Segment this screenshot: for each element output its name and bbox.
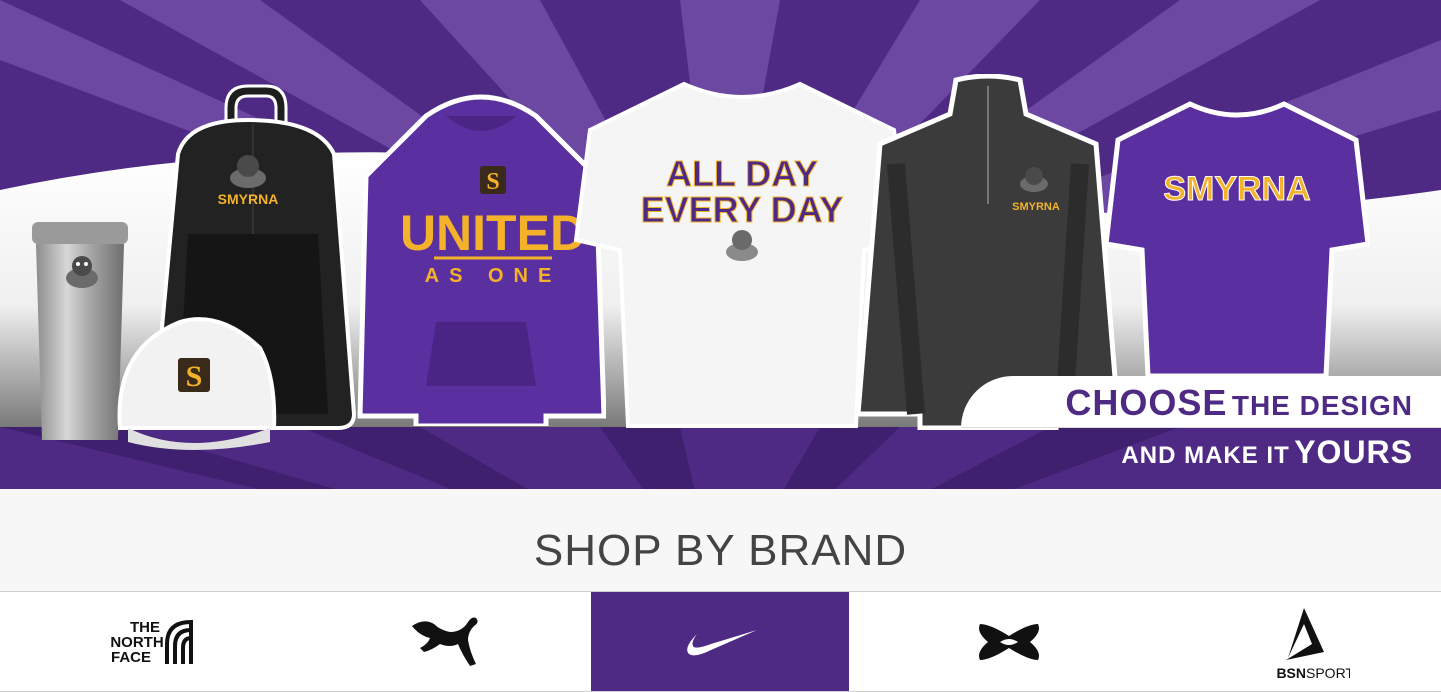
shop-by-brand-section: SHOP BY BRAND — [0, 489, 1441, 591]
bsn-sports-logo-icon: BSN SPORTS — [1276, 607, 1350, 681]
tagline-bottom-text: AND MAKE IT YOURS — [1121, 434, 1413, 471]
tagline-choose: CHOOSE — [1065, 382, 1228, 423]
brand-tile-nike[interactable] — [591, 592, 849, 691]
cap-product[interactable]: S — [110, 308, 280, 456]
brand-tile-under-armour[interactable] — [849, 592, 1168, 691]
under-armour-logo-icon — [978, 623, 1039, 660]
svg-text:S: S — [486, 169, 499, 195]
tagline-and-make-it: AND MAKE IT — [1121, 442, 1290, 469]
puma-logo-icon — [412, 617, 478, 666]
tshirt-line2: EVERY DAY — [641, 189, 844, 230]
tagline-top-panel: CHOOSE THE DESIGN — [961, 376, 1441, 428]
brand-tile-north-face[interactable]: THE NORTH FACE — [0, 592, 301, 691]
bsn-text-regular: SPORTS — [1306, 665, 1350, 681]
tagline-the-design: THE DESIGN — [1231, 390, 1413, 421]
brand-tile-bsn-sports[interactable]: BSN SPORTS — [1168, 592, 1441, 691]
hero-banner[interactable]: SMYRNA S S UNITED AS ONE ALL DAY EVERY D… — [0, 0, 1441, 489]
purple-tshirt-text: SMYRNA — [1163, 170, 1310, 208]
tagline-yours: YOURS — [1294, 434, 1413, 470]
svg-text:S: S — [186, 360, 203, 393]
nike-swoosh-icon — [687, 629, 757, 655]
s-logo-icon: S — [178, 358, 210, 393]
tshirt-line1: ALL DAY — [666, 153, 818, 194]
purple-tshirt-product[interactable]: SMYRNA — [1104, 100, 1370, 376]
hoodie-line1: UNITED — [400, 205, 586, 261]
s-logo-icon: S — [480, 166, 506, 195]
quarter-zip-text: SMYRNA — [1012, 201, 1060, 213]
backpack-text: SMYRNA — [218, 191, 279, 207]
north-face-line3: FACE — [110, 649, 150, 666]
hoodie-product[interactable]: S UNITED AS ONE — [356, 86, 606, 426]
brand-bar: THE NORTH FACE BSN SPORTS — [0, 591, 1441, 692]
hero-tagline: CHOOSE THE DESIGN AND MAKE IT YOURS — [961, 376, 1441, 489]
tagline-top-text: CHOOSE THE DESIGN — [1065, 382, 1413, 424]
north-face-logo-icon: THE NORTH FACE — [110, 619, 193, 666]
bsn-text-bold: BSN — [1276, 665, 1306, 681]
brand-tile-puma[interactable] — [301, 592, 591, 691]
hoodie-line2: AS ONE — [425, 265, 562, 287]
